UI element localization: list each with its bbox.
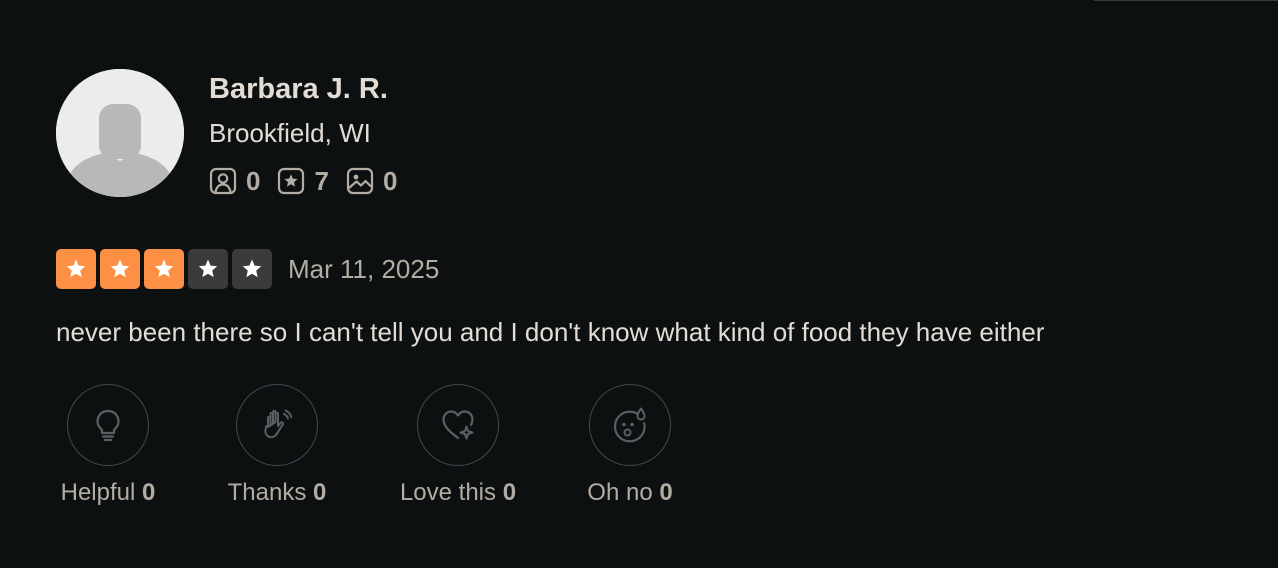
star-icon [242,259,262,277]
star-empty [188,248,228,289]
star-filled [144,248,184,289]
star-icon [66,259,86,277]
stat-reviews: 7 [277,166,329,196]
love-this-button[interactable] [417,384,499,466]
oh-no-button[interactable] [589,384,671,466]
stat-friends: 0 [209,166,260,196]
reaction-helpful: Helpful 0 [56,384,160,508]
default-user-icon [56,69,184,197]
lightbulb-icon [96,409,120,442]
thanks-button[interactable] [236,384,318,466]
star-icon [110,259,130,277]
heart-sparkle-icon [442,410,474,440]
helpful-button[interactable] [67,384,149,466]
stat-photos: 0 [346,166,397,196]
star-icon [154,259,174,277]
reviews-star-icon [278,167,305,195]
friends-icon [209,167,237,195]
star-rating [56,248,272,289]
rating-row: Mar 11, 2025 [56,248,439,289]
stat-reviews-count: 7 [314,166,329,196]
thanks-label: Thanks 0 [228,478,327,508]
oh-no-text: Oh no [587,479,653,506]
user-location: Brookfield, WI [209,118,371,148]
star-empty [232,248,272,289]
reaction-love-this: Love this 0 [392,384,524,508]
thanks-text: Thanks [227,479,307,506]
oh-no-count: 0 [659,479,673,506]
stat-photos-count: 0 [382,166,398,196]
star-icon [198,259,218,277]
love-this-count: 0 [502,479,517,506]
sweat-face-icon [613,407,646,443]
oh-no-label: Oh no 0 [587,478,672,508]
reaction-thanks: Thanks 0 [225,384,329,508]
helpful-text: Helpful [60,479,136,506]
user-name[interactable]: Barbara J. R. [209,71,388,107]
avatar[interactable] [56,69,184,197]
review-text: never been there so I can't tell you and… [56,317,1045,347]
stat-friends-count: 0 [246,166,261,196]
thanks-count: 0 [313,479,327,506]
review-date: Mar 11, 2025 [288,253,440,284]
helpful-label: Helpful 0 [61,478,156,508]
reaction-oh-no: Oh no 0 [580,384,680,508]
helpful-count: 0 [142,479,156,506]
star-filled [100,248,140,289]
top-divider [1094,0,1278,1]
love-this-label: Love this 0 [400,478,516,508]
star-filled [56,248,96,289]
waving-hand-icon [264,409,293,439]
photos-icon [346,167,374,195]
user-stats: 0 7 0 [209,164,397,198]
love-this-text: Love this [399,479,497,506]
